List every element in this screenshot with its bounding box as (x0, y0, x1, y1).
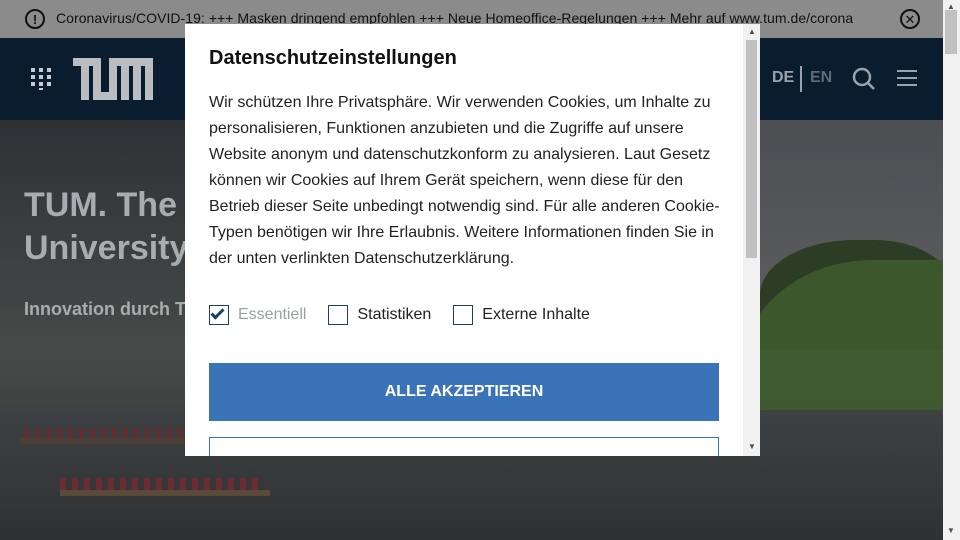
checkbox-essentiell (209, 305, 229, 325)
page-scrollbar-thumb[interactable] (945, 10, 957, 54)
hero-boat (60, 490, 270, 496)
hero-title: TUM. The University (24, 184, 188, 270)
tum-logo[interactable] (73, 58, 153, 100)
modal-title: Datenschutzeinstellungen (209, 47, 457, 69)
checkbox-externe-inhalte[interactable] (453, 305, 474, 325)
lang-divider (800, 66, 802, 92)
cookie-options: Essentiell Statistiken Externe Inhalte (209, 305, 612, 325)
lang-en-link[interactable]: EN (810, 69, 832, 87)
lang-de-link[interactable]: DE (772, 69, 794, 87)
close-circle-icon[interactable]: ✕ (900, 9, 920, 29)
modal-body-text: Wir schützen Ihre Privatsphäre. Wir verw… (209, 94, 720, 267)
option-label[interactable]: Statistiken (357, 306, 431, 324)
hamburger-menu-icon[interactable] (897, 70, 917, 86)
hero-boat-crew (60, 478, 260, 490)
hero-boat-crew (24, 428, 184, 438)
apps-grid-icon[interactable] (31, 68, 51, 90)
hero-title-line2: University (24, 229, 189, 267)
hero-boat (20, 438, 190, 444)
secondary-button[interactable] (209, 437, 719, 456)
accept-all-button[interactable]: ALLE AKZEPTIEREN (209, 363, 719, 421)
scroll-down-arrow-icon[interactable]: ▼ (748, 442, 756, 451)
scroll-down-arrow-icon[interactable]: ▼ (947, 526, 955, 535)
option-label: Essentiell (238, 306, 307, 323)
option-statistiken[interactable]: Statistiken (328, 305, 431, 325)
option-externe-inhalte[interactable]: Externe Inhalte (453, 305, 590, 325)
checkbox-statistiken[interactable] (328, 305, 349, 325)
search-icon[interactable] (852, 67, 876, 91)
privacy-settings-modal: Datenschutzeinstellungen Wir schützen Ih… (185, 24, 760, 456)
option-label[interactable]: Externe Inhalte (482, 306, 590, 324)
hero-title-line1: TUM. The (24, 186, 177, 224)
option-essentiell: Essentiell (209, 305, 306, 325)
page-scrollbar[interactable]: ▲ ▼ (943, 0, 960, 540)
scroll-up-arrow-icon[interactable]: ▲ (748, 27, 756, 36)
check-icon (210, 305, 225, 320)
hero-subtitle: Innovation durch T (24, 299, 186, 319)
warning-circle-icon: ! (25, 9, 45, 29)
modal-scrollbar[interactable]: ▲ ▼ (743, 24, 760, 456)
modal-scrollbar-thumb[interactable] (746, 40, 757, 258)
